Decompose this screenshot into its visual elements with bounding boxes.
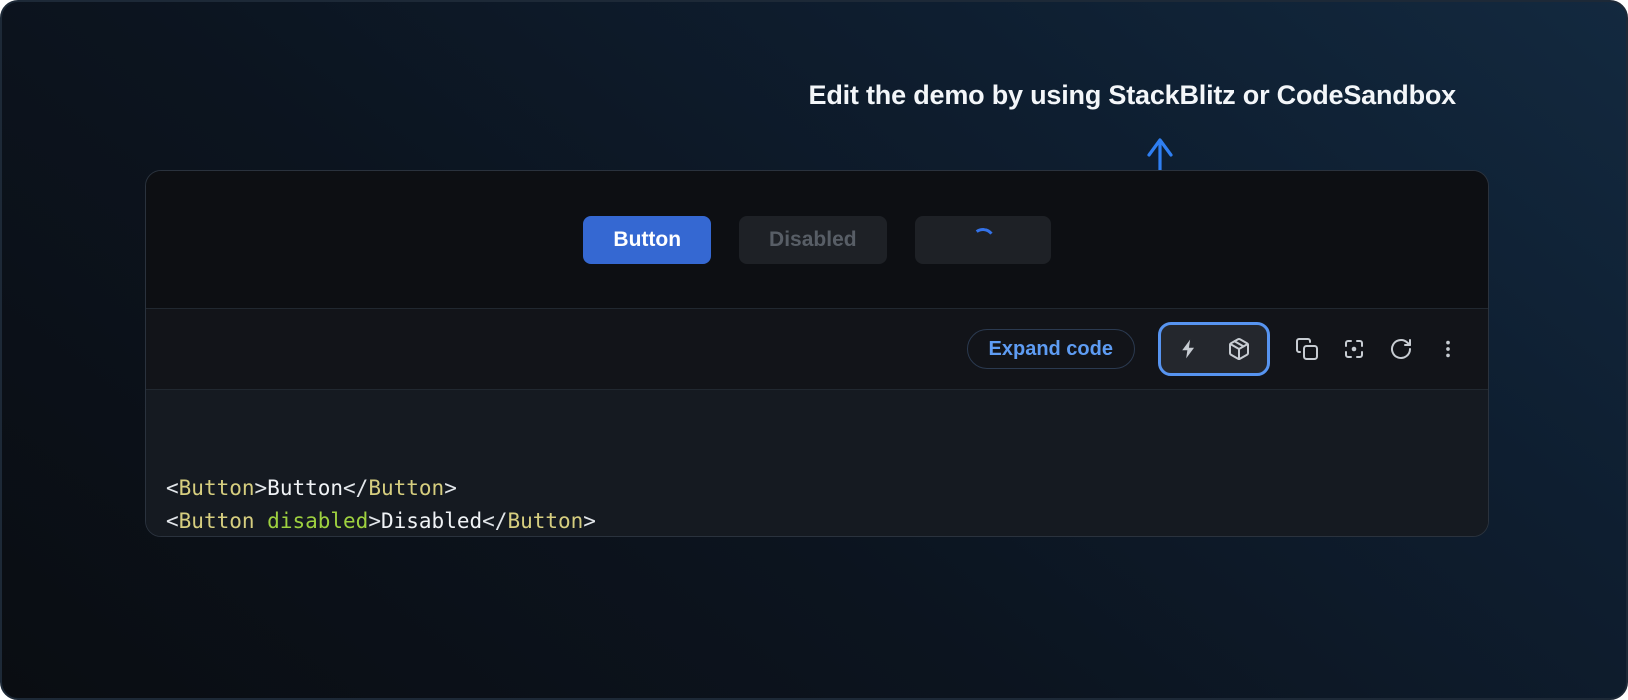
code-block: <Button>Button</Button><Button disabled>…	[146, 390, 1488, 537]
code-lines: <Button>Button</Button><Button disabled>…	[166, 472, 1368, 537]
demo-toolbar: Expand code	[146, 309, 1488, 390]
copy-code-icon[interactable]	[1295, 337, 1319, 361]
codesandbox-cube-icon[interactable]	[1227, 337, 1251, 361]
focus-isolate-icon[interactable]	[1342, 337, 1366, 361]
copy-icon[interactable]	[1432, 417, 1456, 441]
demo-panel: Button Disabled Expand code	[145, 170, 1489, 537]
demo-disabled-button: Disabled	[739, 216, 887, 264]
sandbox-links-highlight-box	[1158, 322, 1270, 376]
screenshot-background: Edit the demo by using StackBlitz or Cod…	[0, 0, 1628, 700]
refresh-icon[interactable]	[1389, 337, 1413, 361]
code-line: <Button>Button</Button>	[166, 472, 1368, 505]
demo-loading-button[interactable]	[915, 216, 1051, 264]
stackblitz-lightning-icon[interactable]	[1177, 337, 1201, 361]
demo-preview-area: Button Disabled	[146, 171, 1488, 309]
loading-spinner-icon	[969, 226, 996, 253]
expand-code-button[interactable]: Expand code	[967, 329, 1135, 369]
code-line: <Button disabled>Disabled</Button>	[166, 505, 1368, 538]
demo-primary-button[interactable]: Button	[583, 216, 711, 264]
annotation-title: Edit the demo by using StackBlitz or Cod…	[809, 80, 1456, 111]
more-vertical-icon[interactable]	[1436, 337, 1460, 361]
